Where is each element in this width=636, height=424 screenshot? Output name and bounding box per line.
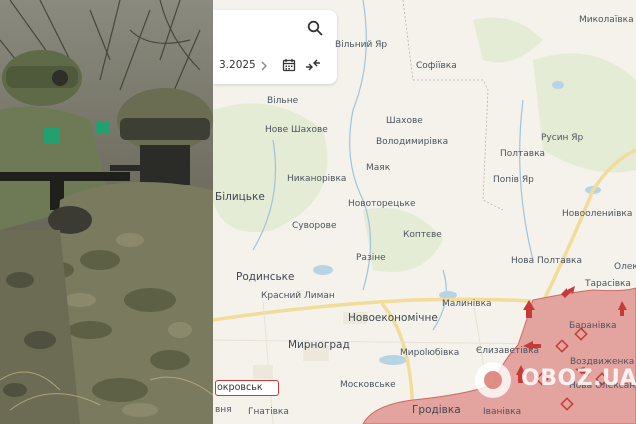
place-label: Вільне xyxy=(267,96,299,106)
calendar-icon[interactable] xyxy=(282,58,296,72)
oboz-logo-icon xyxy=(475,362,511,398)
place-label: Нове Шахове xyxy=(265,125,328,135)
place-label: Володимирівка xyxy=(376,137,449,147)
place-label: Никанорівка xyxy=(287,174,347,184)
place-label: Нова Полтавка xyxy=(511,256,582,266)
map-view[interactable]: 3.2025 Миколаївка Вільний Яр Софіївка Ві… xyxy=(213,0,636,424)
place-label: Білицьке xyxy=(215,191,265,203)
place-label: Вільний Яр xyxy=(335,40,388,50)
place-label: вня xyxy=(215,405,232,415)
highlighted-city-name: окровськ xyxy=(217,382,263,393)
date-value: 3.2025 xyxy=(219,59,256,71)
place-label: Мирolюбівка xyxy=(400,348,460,358)
date-search-panel: 3.2025 xyxy=(213,10,337,84)
place-label: Новоторецьке xyxy=(348,199,416,209)
soldiers-photo xyxy=(0,0,213,424)
watermark: OBOZ.UA xyxy=(463,360,636,400)
place-label: Суворове xyxy=(292,221,337,231)
place-label: Гродівка xyxy=(412,404,461,416)
date-selector[interactable]: 3.2025 xyxy=(213,50,337,82)
place-label: Новоекономічне xyxy=(348,312,438,324)
place-label: Єлизаветівка xyxy=(476,346,540,356)
place-label: Московське xyxy=(340,380,396,390)
highlighted-city-label[interactable]: окровськ xyxy=(215,380,279,396)
place-label: Софіївка xyxy=(416,61,457,71)
place-label: Тарасівка xyxy=(585,279,631,289)
place-label: Полтавка xyxy=(500,149,546,159)
place-label: Родинське xyxy=(236,271,295,283)
watermark-text: OBOZ.UA xyxy=(521,366,636,391)
soldiers-photo-illustration xyxy=(0,0,213,424)
search-icon[interactable] xyxy=(307,20,323,36)
place-label: Іванівка xyxy=(483,407,522,417)
place-label: Русин Яр xyxy=(541,133,584,143)
place-label: Новоолениівка xyxy=(562,209,633,219)
search-bar[interactable] xyxy=(213,10,337,46)
place-label: Маяк xyxy=(366,163,391,173)
place-label: Баранівка xyxy=(569,321,617,331)
place-label: Олек xyxy=(614,262,636,272)
place-label: Миколаївка xyxy=(579,15,634,25)
place-label: Гнатівка xyxy=(248,407,289,417)
place-label: Мирноград xyxy=(288,339,350,351)
place-label: Попів Яр xyxy=(493,175,534,185)
place-label: Красний Лиман xyxy=(261,291,335,301)
compare-arrows-icon[interactable] xyxy=(305,57,321,73)
place-label: Шахове xyxy=(386,116,423,126)
place-label: Коптєве xyxy=(403,230,442,240)
place-label: Малинівка xyxy=(442,299,492,309)
place-label: Разіне xyxy=(356,253,386,263)
chevron-right-icon[interactable] xyxy=(259,60,269,72)
